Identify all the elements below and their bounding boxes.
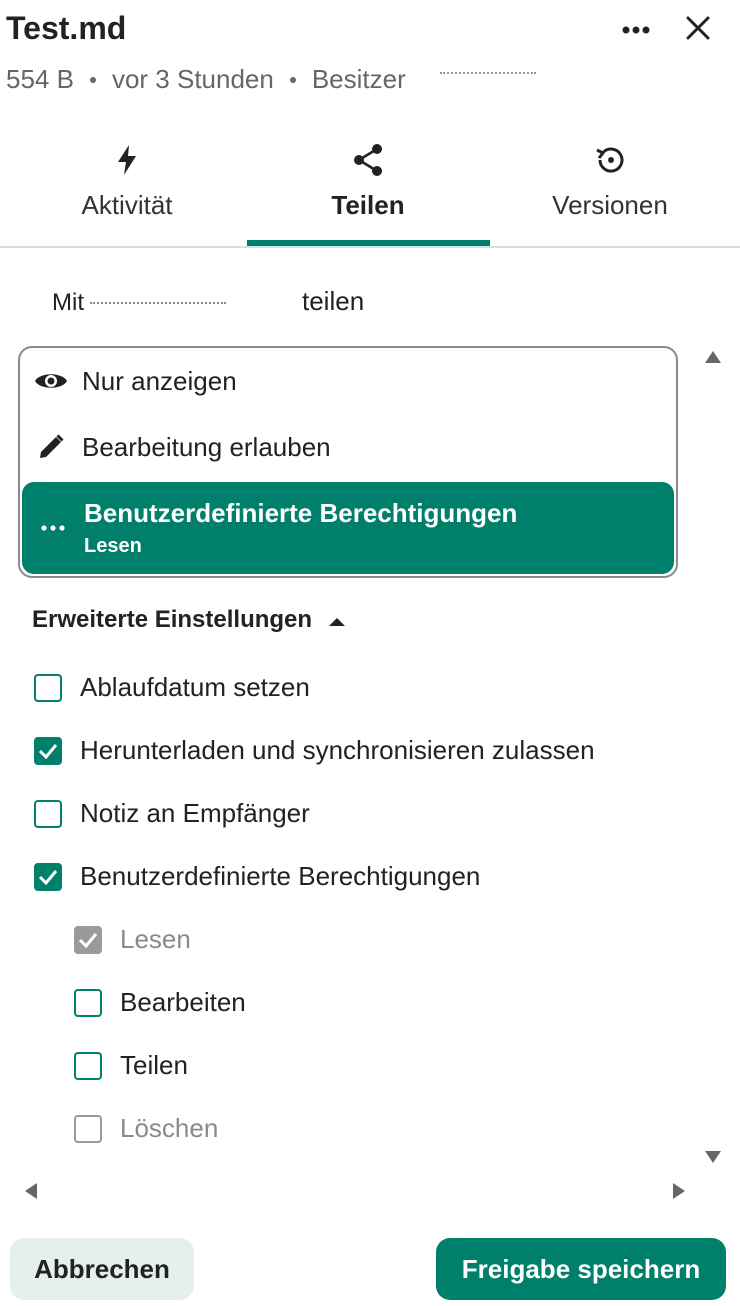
checkbox-label: Ablaufdatum setzen [80,672,310,702]
checkbox-box[interactable] [74,988,102,1017]
checkbox-permission-edit[interactable]: Bearbeiten [74,987,246,1018]
check-icon [38,743,58,759]
sidebar-tabs: Aktivität Teilen Versionen [0,130,740,248]
share-icon [247,130,489,190]
file-size: 554 B [6,64,74,94]
checkbox-box[interactable] [34,799,62,828]
checkbox-label: Teilen [120,1050,188,1080]
checkbox-note-recipient[interactable]: Notiz an Empfänger [34,798,310,829]
option-text: Benutzerdefinierte Berechtigungen Lesen [84,498,517,558]
tab-share[interactable]: Teilen [247,130,489,246]
close-button[interactable] [676,8,720,52]
dots-icon [22,525,84,531]
separator-dot [289,76,296,83]
option-allow-edit[interactable]: Bearbeitung erlauben [20,414,676,480]
lightning-icon [6,130,248,190]
option-sublabel: Lesen [84,535,142,557]
option-label: Nur anzeigen [82,365,237,396]
cancel-button[interactable]: Abbrechen [10,1238,194,1300]
checkbox-permission-read[interactable]: Lesen [74,924,191,955]
file-modified: vor 3 Stunden [111,64,274,94]
advanced-settings-toggle[interactable]: Erweiterte Einstellungen [32,606,346,634]
tab-label: Versionen [552,190,668,220]
more-horizontal-icon [622,21,650,39]
checkbox-label: Lesen [120,924,191,954]
share-suffix: teilen [302,286,365,316]
scroll-right-arrow[interactable] [664,1178,694,1208]
checkbox-permission-delete[interactable]: Löschen [74,1113,218,1144]
file-title: Test.md [6,10,127,46]
scroll-up-arrow[interactable] [698,344,728,374]
close-icon [686,16,710,45]
checkbox-label: Herunterladen und synchronisieren zulass… [80,735,595,765]
more-actions-button[interactable] [614,8,658,52]
owner-name-redacted [439,70,536,74]
active-tab-indicator [247,240,490,246]
tab-versions[interactable]: Versionen [489,130,731,246]
triangle-down-icon [704,1150,722,1169]
checkbox-label: Löschen [120,1113,219,1143]
check-icon [78,932,98,948]
owner-label: Besitzer [311,64,406,94]
checkbox-label: Notiz an Empfänger [80,798,310,828]
checkbox-custom-permissions[interactable]: Benutzerdefinierte Berechtigungen [34,861,480,892]
share-recipient-line: Mit teilen [52,286,364,317]
tabs-divider [0,246,740,248]
advanced-settings-label: Erweiterte Einstellungen [32,606,313,633]
checkbox-box[interactable] [74,1051,102,1080]
tab-activity[interactable]: Aktivität [6,130,248,246]
triangle-right-icon [672,1182,686,1205]
share-prefix: Mit [52,289,84,316]
tab-label: Aktivität [81,190,173,220]
tab-label: Teilen [331,190,405,220]
checkbox-box[interactable] [34,673,62,702]
checkbox-permission-share[interactable]: Teilen [74,1050,188,1081]
checkbox-box[interactable] [74,925,102,954]
option-label: Bearbeitung erlauben [82,431,331,462]
separator-dot [89,76,96,83]
scroll-down-arrow[interactable] [698,1144,728,1174]
checkbox-box[interactable] [34,862,62,891]
triangle-up-icon [704,350,722,369]
checkbox-set-expiration[interactable]: Ablaufdatum setzen [34,672,310,703]
checkbox-label: Bearbeiten [120,987,246,1017]
checkbox-box[interactable] [74,1114,102,1143]
option-custom-permissions[interactable]: Benutzerdefinierte Berechtigungen Lesen [22,482,674,574]
file-meta: 554 B vor 3 Stunden Besitzer [6,64,536,95]
triangle-left-icon [24,1182,38,1205]
check-icon [38,869,58,885]
option-view-only[interactable]: Nur anzeigen [20,348,676,414]
option-label: Benutzerdefinierte Berechtigungen [84,498,518,528]
checkbox-label: Benutzerdefinierte Berechtigungen [80,861,481,891]
save-share-button[interactable]: Freigabe speichern [436,1238,726,1300]
scroll-left-arrow[interactable] [16,1178,46,1208]
pencil-icon [20,433,82,461]
caret-up-icon [328,606,346,634]
checkbox-allow-download[interactable]: Herunterladen und synchronisieren zulass… [34,735,595,766]
checkbox-box[interactable] [34,736,62,765]
permissions-dropdown: Nur anzeigen Bearbeitung erlauben Benutz… [18,346,678,578]
recipient-redacted [90,300,226,304]
eye-icon [20,370,82,392]
history-icon [489,130,731,190]
